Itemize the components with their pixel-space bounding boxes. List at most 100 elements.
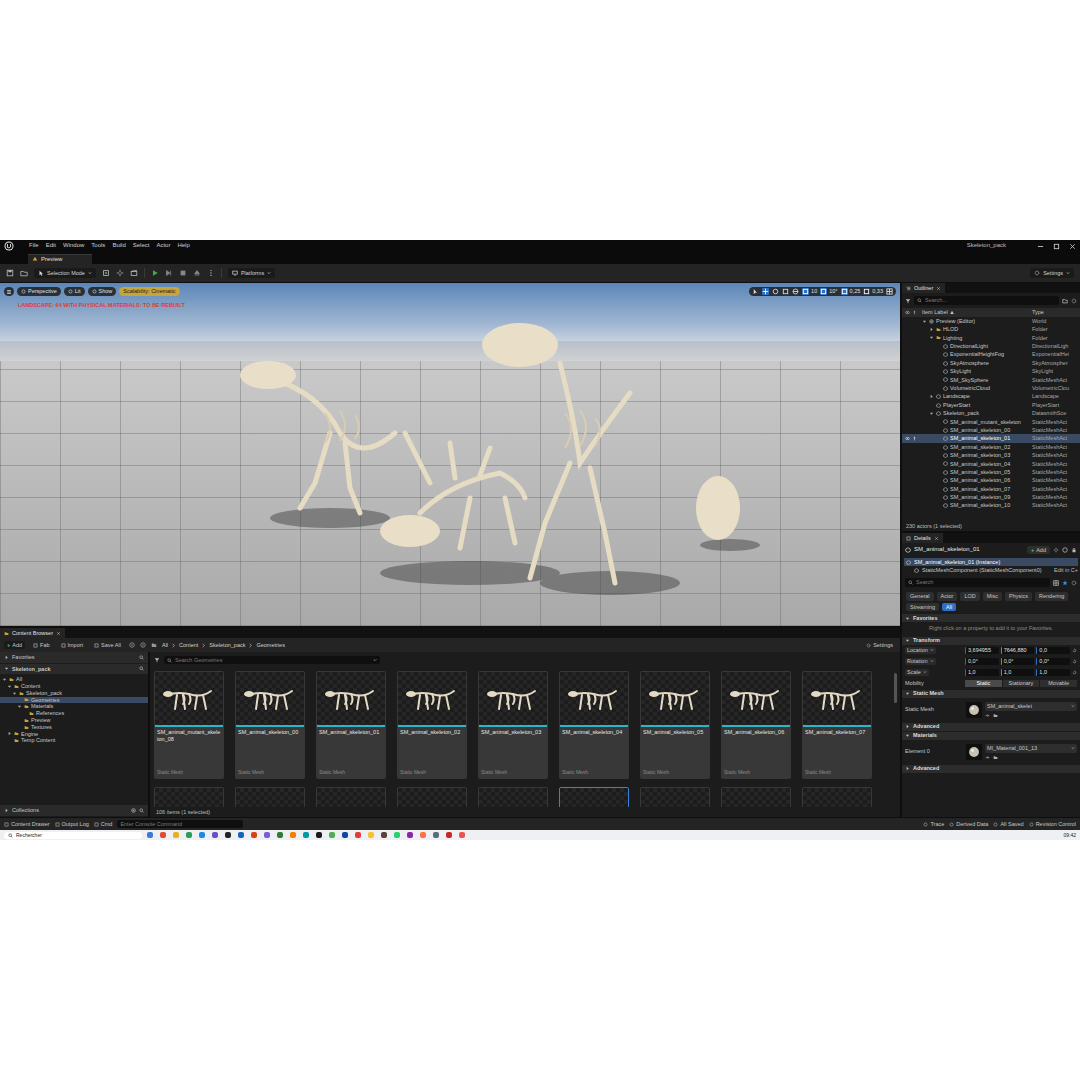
folder-tree-item[interactable]: Temp Content [0, 737, 148, 744]
content-action-button[interactable]: Import [58, 641, 87, 650]
filter-icon[interactable] [154, 657, 160, 663]
menu-item[interactable]: Help [177, 242, 189, 249]
taskbar-app-icon[interactable] [251, 832, 257, 838]
snap-icon[interactable] [841, 288, 848, 295]
filter-icon[interactable] [905, 298, 911, 304]
rotate-tool-icon[interactable] [772, 288, 779, 295]
taskbar-app-icon[interactable] [355, 832, 361, 838]
taskbar-app-icon[interactable] [459, 832, 465, 838]
world-space-icon[interactable] [792, 288, 799, 295]
asset-tile[interactable]: SM_animal_mutant_skeleton_08 Static Mesh [154, 671, 224, 779]
details-section-header[interactable]: Static Mesh [902, 690, 1080, 698]
details-section-header[interactable]: Advanced [902, 723, 1080, 731]
use-selected-icon[interactable] [985, 713, 990, 718]
platforms-dropdown[interactable]: Platforms [228, 268, 275, 279]
outliner-row[interactable]: Preview (Editor) World [902, 317, 1080, 325]
asset-tile[interactable]: SM_animal_skeleton_03 Static Mesh [478, 671, 548, 779]
taskbar-app-icon[interactable] [199, 832, 205, 838]
property-matrix-icon[interactable] [1053, 580, 1059, 586]
outliner-row[interactable]: SM_animal_skeleton_03 StaticMeshAct [902, 451, 1080, 459]
tree-arrow-icon[interactable] [929, 411, 934, 416]
asset-search-field[interactable]: Search Geometries [164, 656, 380, 665]
asset-thumbnail[interactable] [966, 744, 982, 760]
gear-icon[interactable] [1071, 298, 1077, 304]
taskbar-app-icon[interactable] [173, 832, 179, 838]
taskbar-app-icon[interactable] [394, 832, 400, 838]
taskbar-app-icon[interactable] [381, 832, 387, 838]
outliner-row[interactable]: SM_animal_skeleton_00 StaticMeshAct [902, 426, 1080, 434]
play-icon[interactable] [151, 269, 159, 277]
viewport-button[interactable]: Lit [64, 287, 85, 296]
number-field[interactable]: 0,0 [1036, 647, 1070, 654]
asset-tile[interactable] [235, 787, 305, 807]
folder-tree-item[interactable]: Materials [0, 703, 148, 710]
status-bar-button[interactable]: Content Drawer [4, 821, 50, 828]
mobility-option[interactable]: Static [965, 680, 1002, 687]
component-row[interactable]: SM_animal_skeleton_01 (Instance) [904, 558, 1078, 566]
details-section-header[interactable]: Favorites [902, 614, 1080, 622]
snap-setting[interactable]: 10° [820, 288, 837, 295]
viewport-layout-icon[interactable] [886, 288, 893, 295]
asset-tile[interactable] [802, 787, 872, 807]
snap-setting[interactable]: 0,33 [863, 288, 883, 295]
breadcrumb-item[interactable]: Content [179, 642, 198, 649]
lock-icon[interactable] [1071, 547, 1077, 553]
taskbar-app-icon[interactable] [407, 832, 413, 838]
use-selected-icon[interactable] [985, 755, 990, 760]
save-icon[interactable] [6, 269, 14, 277]
snap-setting[interactable]: 0,25 [841, 288, 861, 295]
tree-arrow-icon[interactable] [2, 677, 7, 682]
details-search-field[interactable]: Search [905, 578, 1050, 587]
favorites-header[interactable]: Favorites [0, 652, 148, 663]
taskbar-app-icon[interactable] [238, 832, 244, 838]
details-filter-tab[interactable]: Actor [937, 592, 958, 601]
number-field[interactable]: 7646,880 [1001, 647, 1035, 654]
number-field[interactable]: 0,0° [1001, 658, 1035, 665]
details-filter-tab[interactable]: Streaming [906, 603, 939, 612]
asset-picker[interactable]: MI_Material_001_13 [985, 744, 1077, 753]
selection-mode-dropdown[interactable]: Selection Mode [34, 268, 96, 279]
outliner-row[interactable]: SM_SkySphere StaticMeshAct [902, 376, 1080, 384]
taskbar-app-icon[interactable] [446, 832, 452, 838]
folder-tree-item[interactable]: Geometries [0, 697, 148, 704]
edit-in-cpp-link[interactable]: Edit in C+ [1054, 567, 1078, 574]
asset-scrollbar[interactable] [894, 673, 897, 703]
transform-space-dropdown[interactable]: Location [905, 647, 936, 654]
step-icon[interactable] [165, 269, 173, 277]
column-header[interactable]: Type [1032, 309, 1076, 316]
outliner-row[interactable]: SkyAtmosphere SkyAtmospher [902, 359, 1080, 367]
reset-icon[interactable] [1072, 648, 1077, 653]
menu-item[interactable]: Actor [156, 242, 170, 249]
pin-icon[interactable] [912, 310, 917, 315]
details-section-header[interactable]: Materials [902, 732, 1080, 740]
cinematics-icon[interactable] [130, 269, 138, 277]
asset-tile[interactable] [478, 787, 548, 807]
transform-space-dropdown[interactable]: Rotation [905, 658, 936, 665]
content-settings-button[interactable]: Settings [863, 641, 896, 650]
menu-item[interactable]: Edit [46, 242, 56, 249]
details-filter-tab[interactable]: LOD [960, 592, 979, 601]
outliner-row[interactable]: SM_animal_skeleton_06 StaticMeshAct [902, 476, 1080, 484]
tree-arrow-icon[interactable] [929, 327, 934, 332]
taskbar-app-icon[interactable] [303, 832, 309, 838]
gear-icon[interactable] [1071, 580, 1077, 586]
asset-tile[interactable] [316, 787, 386, 807]
minimize-icon[interactable] [1037, 243, 1044, 250]
close-tab-icon[interactable] [56, 631, 61, 636]
content-action-button[interactable]: Save All [91, 641, 124, 650]
outliner-row[interactable]: SM_animal_skeleton_05 StaticMeshAct [902, 468, 1080, 476]
search-icon[interactable] [139, 808, 144, 813]
browse-asset-icon[interactable] [993, 755, 998, 760]
folder-tree-item[interactable]: All [0, 676, 148, 683]
outliner-row[interactable]: SM_animal_skeleton_07 StaticMeshAct [902, 485, 1080, 493]
settings-dropdown[interactable]: Settings [1030, 268, 1074, 279]
add-component-button[interactable]: +Add [1027, 546, 1050, 555]
browse-icon[interactable] [20, 269, 28, 277]
close-tab-icon[interactable] [936, 286, 941, 291]
details-filter-tab[interactable]: General [906, 592, 934, 601]
number-field[interactable]: 1,0 [1001, 669, 1035, 676]
pin-icon[interactable] [912, 436, 917, 441]
close-icon[interactable] [1069, 243, 1076, 250]
browse-asset-icon[interactable] [993, 713, 998, 718]
outliner-row[interactable]: SM_animal_skeleton_09 StaticMeshAct [902, 493, 1080, 501]
